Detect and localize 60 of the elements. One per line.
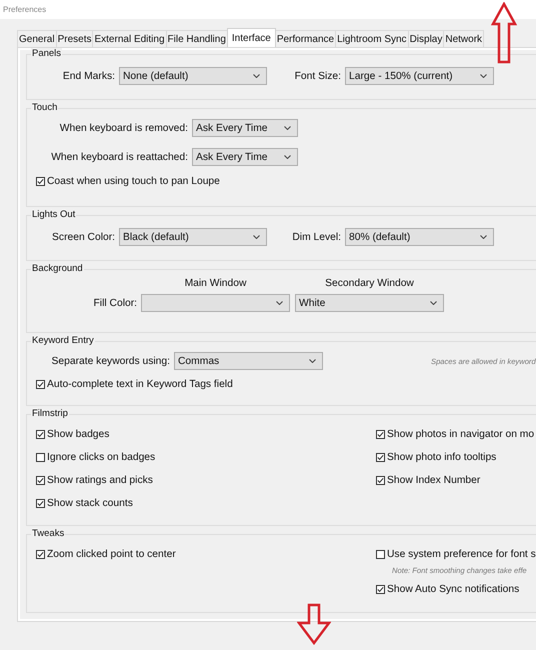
group-title: Lights Out <box>31 209 76 220</box>
checkbox[interactable] <box>376 452 385 462</box>
tab[interactable]: File Handling <box>166 30 228 47</box>
checkbox-label: Show badges <box>47 428 110 440</box>
checkbox[interactable] <box>36 430 45 438</box>
chevron-down-icon <box>284 126 291 130</box>
chevron-down-icon <box>276 301 283 305</box>
checkbox[interactable] <box>36 499 45 508</box>
dropdown[interactable]: Black (default) <box>119 228 267 246</box>
group-title: Keyword Entry <box>31 335 95 346</box>
chevron-down-icon <box>309 359 316 363</box>
group-title: Tweaks <box>31 528 66 539</box>
checkbox[interactable] <box>36 176 45 186</box>
chevron-down-icon <box>480 235 487 239</box>
tab[interactable]: Network <box>443 30 484 47</box>
checkbox[interactable] <box>36 452 45 462</box>
tab[interactable]: External Editing <box>92 30 167 47</box>
dropdown[interactable]: Ask Every Time <box>192 119 298 137</box>
checkbox-label: Zoom clicked point to center <box>47 548 176 560</box>
dropdown[interactable]: Commas <box>174 352 323 370</box>
checkbox[interactable] <box>376 550 385 558</box>
checkbox-label: Show photos in navigator on mo <box>387 428 534 440</box>
checkbox[interactable] <box>376 430 385 438</box>
checkbox-label: Show Index Number <box>387 475 480 486</box>
checkbox-label: Show Auto Sync notifications <box>387 584 520 596</box>
checkbox[interactable] <box>376 585 385 594</box>
checkbox-label: Auto-complete text in Keyword Tags field <box>47 378 233 390</box>
dropdown[interactable]: 80% (default) <box>345 228 494 246</box>
dropdown[interactable]: White <box>295 294 444 312</box>
group-title: Filmstrip <box>31 408 69 419</box>
chevron-down-icon <box>253 235 260 239</box>
checkbox[interactable] <box>36 550 45 558</box>
checkbox-label: Show stack counts <box>47 498 133 510</box>
dropdown[interactable]: Large - 150% (current) <box>345 67 494 85</box>
tab[interactable]: Display <box>408 30 444 47</box>
checkbox-label: Use system preference for font s <box>387 548 536 560</box>
checkbox[interactable] <box>36 380 45 388</box>
tab[interactable]: Interface <box>226 28 276 47</box>
dropdown[interactable]: Ask Every Time <box>192 148 298 166</box>
chevron-down-icon <box>480 74 487 78</box>
checkbox[interactable] <box>376 476 385 486</box>
dropdown[interactable]: None (default) <box>119 67 267 85</box>
group-title: Panels <box>31 48 62 59</box>
checkbox-label: Ignore clicks on badges <box>47 452 156 463</box>
chevron-down-icon <box>430 301 437 305</box>
window-title: Preferences <box>3 5 46 14</box>
chevron-down-icon <box>284 155 291 159</box>
group-title: Background <box>31 263 84 274</box>
checkbox-label: Show ratings and picks <box>47 475 153 486</box>
column-heading: Secondary Window <box>324 278 415 289</box>
up-arrow-icon <box>491 2 517 64</box>
checkbox-label: Coast when using touch to pan Loupe <box>47 176 220 186</box>
tab[interactable]: General <box>17 30 57 47</box>
chevron-down-icon <box>253 74 260 78</box>
group-title: Touch <box>31 102 58 113</box>
checkbox-label: Show photo info tooltips <box>387 452 496 463</box>
down-arrow-icon <box>297 603 331 645</box>
column-heading: Main Window <box>184 278 248 289</box>
checkbox[interactable] <box>36 476 45 486</box>
tab[interactable]: Lightroom Sync <box>335 30 409 47</box>
